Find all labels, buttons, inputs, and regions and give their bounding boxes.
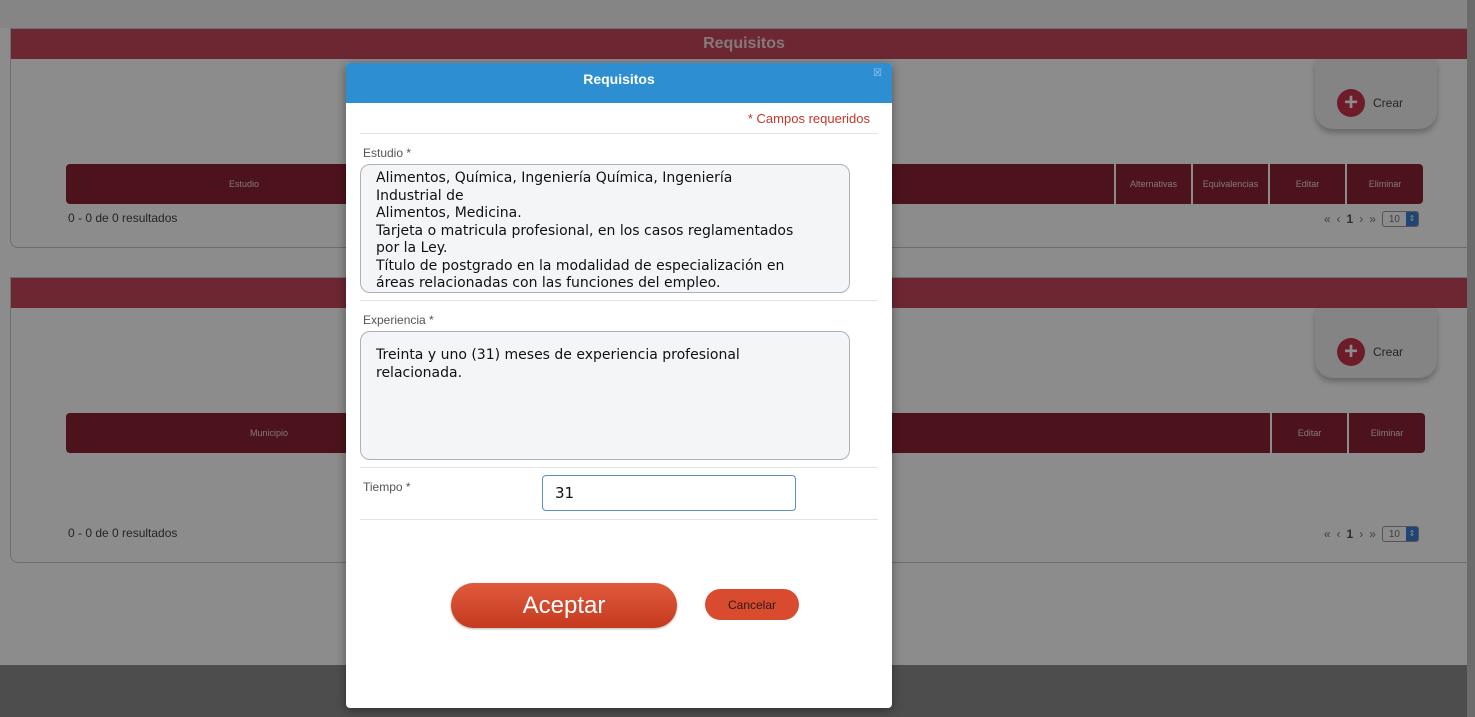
required-fields-note: * Campos requeridos [747,111,870,126]
close-icon[interactable]: ☒ [873,69,882,79]
divider [360,300,878,301]
experiencia-label: Experiencia * [363,313,434,327]
tiempo-label: Tiempo * [363,480,411,494]
estudio-line: por la Ley. [376,240,448,256]
estudio-line: Tarjeta o matricula profesional, en los … [376,222,794,239]
experiencia-line: relacionada. [376,364,463,381]
estudio-line: áreas relacionadas con las funciones del… [376,275,721,291]
estudio-line: Industrial de [376,187,464,204]
divider [360,519,878,520]
requisitos-dialog: Requisitos ☒ * Campos requeridos Estudio… [346,63,892,708]
cancel-button[interactable]: Cancelar [705,589,799,620]
estudio-label: Estudio * [363,146,412,160]
experiencia-textarea[interactable]: Treinta y uno (31) meses de experiencia … [360,331,850,460]
estudio-line: Título de postgrado en la modalidad de e… [376,257,785,274]
accept-button[interactable]: Aceptar [451,583,677,628]
estudio-textarea[interactable]: Alimentos, Química, Ingeniería Química, … [360,164,850,293]
dialog-title: Requisitos [583,71,655,87]
experiencia-line: Treinta y uno (31) meses de experiencia … [376,347,740,363]
estudio-line: Alimentos, Medicina. [376,205,522,221]
divider [360,133,878,134]
scrollbar[interactable] [1467,0,1475,717]
divider [360,467,878,468]
dialog-header: Requisitos ☒ [346,63,892,103]
estudio-line: Alimentos, Química, Ingeniería Química, … [376,170,733,186]
tiempo-input[interactable]: 31 [542,475,796,511]
